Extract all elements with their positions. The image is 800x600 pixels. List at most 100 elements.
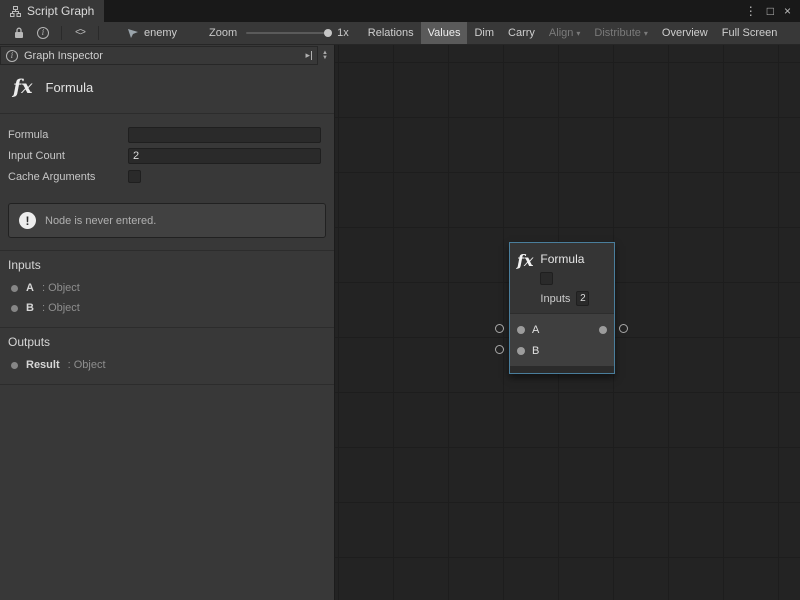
node-formula-input[interactable] — [540, 272, 553, 285]
formula-node-header[interactable]: fx Formula Inputs 2 — [510, 243, 614, 313]
inputs-section: Inputs A : Object B : Object — [0, 250, 334, 327]
node-header-column: Formula Inputs 2 — [540, 252, 589, 306]
overview-button[interactable]: Overview — [655, 22, 715, 44]
node-title-text: Formula — [46, 80, 94, 95]
titlebar: Script Graph ⋮ □ × — [0, 0, 800, 22]
input-port-row-a: A : Object — [0, 278, 334, 298]
values-button[interactable]: Values — [421, 22, 468, 44]
input-port-a-icon[interactable] — [517, 326, 525, 334]
info-icon: i — [37, 27, 49, 39]
input-count-field-row: Input Count — [8, 147, 321, 164]
toolbar-buttons: Relations Values Dim Carry Align ▾ Distr… — [361, 22, 785, 44]
port-dot-icon — [11, 285, 18, 292]
external-port-b-left[interactable] — [495, 345, 504, 354]
inspector-title: Graph Inspector — [24, 50, 300, 62]
formula-input[interactable] — [128, 127, 321, 143]
node-inputs-label: Inputs — [540, 293, 570, 305]
node-input-count-field[interactable]: 2 — [576, 291, 589, 306]
node-port-row-a: A — [510, 319, 614, 340]
input-count-label: Input Count — [8, 150, 128, 162]
distribute-dropdown[interactable]: Distribute ▾ — [587, 22, 654, 44]
zoom-label: Zoom — [209, 27, 237, 39]
graph-info-button[interactable]: i — [31, 27, 55, 39]
dim-button[interactable]: Dim — [467, 22, 501, 44]
zoom-slider[interactable] — [246, 32, 330, 34]
lock-icon — [14, 27, 24, 39]
port-label: B — [532, 345, 607, 357]
graph-pointer-icon — [127, 28, 139, 39]
port-type: : Object — [42, 282, 80, 294]
port-label: A — [532, 324, 592, 336]
info-icon: i — [6, 50, 18, 62]
port-name: A — [26, 282, 34, 294]
node-footer — [510, 366, 614, 373]
relations-button[interactable]: Relations — [361, 22, 421, 44]
window-controls: ⋮ □ × — [745, 0, 800, 22]
warning-box: ! Node is never entered. — [8, 203, 326, 238]
input-port-b-icon[interactable] — [517, 347, 525, 355]
output-port-row-result: Result : Object — [0, 355, 334, 375]
values-label: Values — [428, 27, 461, 39]
inputs-header: Inputs — [0, 251, 334, 278]
external-port-a-left[interactable] — [495, 324, 504, 333]
input-count-input[interactable] — [128, 148, 321, 164]
close-icon[interactable]: × — [784, 4, 791, 18]
chevron-down-icon: ▾ — [576, 29, 580, 38]
node-fields: Formula Input Count Cache Arguments — [0, 114, 334, 193]
outputs-header: Outputs — [0, 328, 334, 355]
chevron-down-icon: ▾ — [644, 29, 648, 38]
spin-down-icon: ▼ — [322, 56, 328, 61]
maximize-icon[interactable]: □ — [767, 4, 774, 18]
full-screen-label: Full Screen — [722, 27, 778, 39]
code-icon: <> — [75, 28, 85, 39]
overview-label: Overview — [662, 27, 708, 39]
port-type: : Object — [68, 359, 106, 371]
node-inputs-row: Inputs 2 — [540, 291, 589, 306]
fx-icon: fx — [517, 252, 533, 306]
zoom-slider-knob[interactable] — [324, 29, 332, 37]
tab-label: Script Graph — [27, 4, 94, 18]
selected-node-title: fx Formula — [0, 65, 334, 114]
cache-arguments-label: Cache Arguments — [8, 171, 128, 183]
inspector-header-box: i Graph Inspector ▸ — [0, 46, 318, 65]
cache-arguments-row: Cache Arguments — [8, 168, 321, 185]
main-area: i Graph Inspector ▸ ▲ ▼ fx Formula — [0, 45, 800, 600]
port-dot-icon — [11, 362, 18, 369]
tab-script-graph[interactable]: Script Graph — [0, 0, 104, 22]
relations-label: Relations — [368, 27, 414, 39]
code-view-button[interactable]: <> — [68, 28, 92, 39]
zoom-value: 1x — [337, 27, 349, 39]
port-name: Result — [26, 359, 60, 371]
graph-toolbar: i <> enemy Zoom 1x Relations Values Dim … — [0, 22, 800, 45]
graph-canvas[interactable]: fx Formula Inputs 2 A — [335, 45, 800, 600]
inspector-header: i Graph Inspector ▸ ▲ ▼ — [0, 45, 334, 65]
object-name: enemy — [144, 27, 177, 39]
dock-panel-icon[interactable]: ▸ — [306, 50, 313, 61]
port-dot-icon — [11, 305, 18, 312]
node-ports: A B — [510, 313, 614, 366]
fx-icon: fx — [13, 76, 33, 98]
align-dropdown[interactable]: Align ▾ — [542, 22, 587, 44]
panel-spinner[interactable]: ▲ ▼ — [322, 51, 328, 61]
external-port-result-right[interactable] — [619, 324, 628, 333]
kebab-menu-icon[interactable]: ⋮ — [745, 4, 757, 18]
graph-inspector-panel: i Graph Inspector ▸ ▲ ▼ fx Formula — [0, 45, 335, 600]
full-screen-button[interactable]: Full Screen — [715, 22, 785, 44]
warning-text: Node is never entered. — [45, 215, 156, 227]
formula-node[interactable]: fx Formula Inputs 2 A — [509, 242, 615, 374]
object-reference[interactable]: enemy — [127, 27, 177, 39]
formula-field-row: Formula — [8, 126, 321, 143]
formula-field-label: Formula — [8, 129, 128, 141]
output-port-result-icon[interactable] — [599, 326, 607, 334]
distribute-label: Distribute — [594, 27, 640, 39]
node-port-row-b: B — [510, 340, 614, 361]
dim-label: Dim — [474, 27, 494, 39]
port-name: B — [26, 302, 34, 314]
port-type: : Object — [42, 302, 80, 314]
toolbar-separator — [61, 26, 62, 40]
cache-arguments-checkbox[interactable] — [128, 170, 141, 183]
carry-button[interactable]: Carry — [501, 22, 542, 44]
warning-icon: ! — [19, 212, 36, 229]
carry-label: Carry — [508, 27, 535, 39]
lock-button[interactable] — [7, 27, 31, 39]
